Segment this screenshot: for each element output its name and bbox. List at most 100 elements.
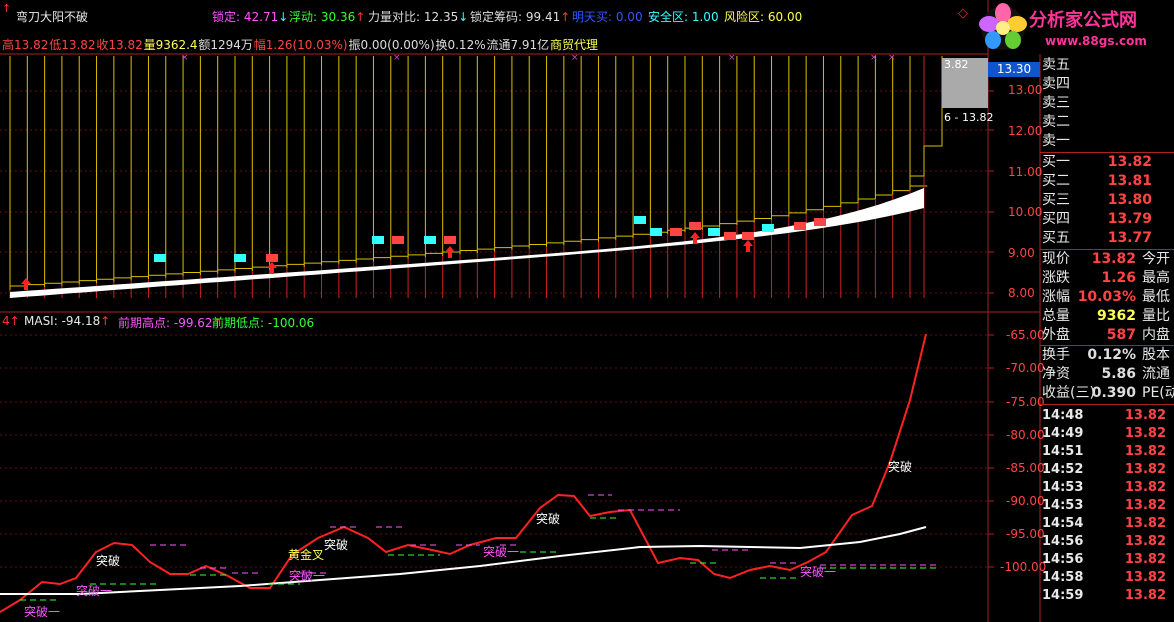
stat-label: 外盘 — [1042, 327, 1070, 343]
bid-label: 买三 — [1042, 192, 1070, 208]
candle — [762, 224, 774, 232]
tick-time: 14:52 — [1042, 462, 1084, 477]
ask-label: 卖五 — [1042, 57, 1070, 73]
indicator-left-marker: 4↑ — [2, 314, 20, 328]
tick-time: 14:53 — [1042, 480, 1084, 495]
bid-row[interactable]: 买五 13.77 — [1040, 229, 1174, 248]
stat-extra: 量比 — [1142, 308, 1170, 324]
bid-row[interactable]: 买三 13.80 — [1040, 191, 1174, 210]
tick-row: 14:48 13.82 — [1040, 406, 1174, 425]
tick-price: 13.82 — [1124, 498, 1166, 513]
stat-row: 收益(三) 0.390 PE(动 — [1040, 384, 1174, 403]
x-mark-icon: × — [870, 53, 878, 63]
header-safe: 安全区: 1.00 — [648, 10, 719, 24]
header-risk: 风险区: 60.00 — [724, 10, 803, 24]
stat-value: 5.86 — [1101, 366, 1136, 382]
tick-price: 13.82 — [1124, 552, 1166, 567]
stat-value: 13.82 — [1091, 251, 1136, 267]
stat-value: 10.03% — [1077, 289, 1136, 305]
indicator-tick: -80.00 — [1006, 428, 1045, 442]
header-float: 浮动: 30.36↑ — [289, 10, 366, 24]
indicator-tick: -95.00 — [1006, 527, 1045, 541]
masi-line — [0, 333, 927, 613]
tick-price: 13.82 — [1124, 462, 1166, 477]
tick-row: 14:51 13.82 — [1040, 442, 1174, 461]
tip-mid: 6 - 13.82 — [944, 111, 994, 124]
quote-panel: 卖五 卖四 卖三 卖二 卖一 买一 13.82 买二 13.81 买三 13.80 买… — [1040, 0, 1174, 622]
annotation-breakout-one: 突破一 — [76, 584, 113, 598]
bid-price: 13.80 — [1107, 192, 1152, 208]
chart-area[interactable]: × × × × × × — [0, 0, 1174, 622]
up-arrow-icon — [267, 262, 277, 274]
up-arrow-icon — [21, 278, 31, 290]
stat-value: 587 — [1106, 327, 1136, 343]
tick-row: 14:52 13.82 — [1040, 460, 1174, 479]
tick-row: 14:56 13.82 — [1040, 550, 1174, 569]
bid-label: 买五 — [1042, 230, 1070, 246]
stat-row: 现价 13.82 今开 — [1040, 250, 1174, 269]
stat-row: 总量 9362 量比 — [1040, 307, 1174, 326]
candle — [392, 236, 404, 244]
tick-time: 14:48 — [1042, 408, 1084, 423]
candle — [266, 254, 278, 262]
tick-price: 13.82 — [1124, 408, 1166, 423]
price-band — [10, 188, 924, 298]
bid-row[interactable]: 买四 13.79 — [1040, 210, 1174, 229]
stat-label: 总量 — [1042, 308, 1070, 324]
yellow-step — [910, 56, 943, 177]
tick-time: 14:49 — [1042, 426, 1084, 441]
tick-price: 13.82 — [1124, 426, 1166, 441]
stat-extra: 最高 — [1142, 270, 1170, 286]
candle — [742, 232, 754, 240]
candle — [234, 254, 246, 262]
tick-row: 14:54 13.82 — [1040, 514, 1174, 533]
price-tick: 8.00 — [1008, 286, 1035, 300]
price-tick: 12.00 — [1008, 124, 1043, 138]
settings-diamond-icon[interactable]: ◇ — [958, 6, 968, 21]
tick-time: 14:56 — [1042, 552, 1084, 567]
ask-row[interactable]: 卖五 — [1040, 56, 1174, 75]
header-lock: 锁定: 42.71↓ — [212, 10, 289, 24]
tick-price: 13.82 — [1124, 534, 1166, 549]
stat-label: 现价 — [1042, 251, 1070, 267]
divider — [1040, 404, 1174, 405]
bid-label: 买一 — [1042, 154, 1070, 170]
header-power: 力量对比: 12.35↓ — [368, 10, 469, 24]
candle — [424, 236, 436, 244]
prev-low-label: 前期低点: -100.06 — [212, 316, 315, 330]
tick-time: 14:54 — [1042, 516, 1084, 531]
candle — [724, 232, 736, 240]
price-tick: 11.00 — [1008, 165, 1043, 179]
x-mark-icon: × — [728, 53, 736, 63]
up-arrow-icon — [743, 240, 753, 252]
annotation-golden-cross: 黄金叉 — [288, 548, 325, 562]
current-price-marker: 13.30 — [988, 62, 1040, 77]
candle — [670, 228, 682, 236]
price-tick: 13.00 — [1008, 83, 1043, 97]
x-mark-icon: × — [393, 53, 401, 63]
annotation-breakout-one: 突破一 — [483, 545, 520, 559]
up-arrow-icon: ↑ — [2, 2, 12, 15]
price-tick: 9.00 — [1008, 246, 1035, 260]
stat-value: 0.390 — [1091, 385, 1136, 401]
bid-row[interactable]: 买一 13.82 — [1040, 153, 1174, 172]
ask-row[interactable]: 卖二 — [1040, 113, 1174, 132]
tick-price: 13.82 — [1124, 588, 1166, 603]
prev-high-label: 前期高点: -99.62↑ — [118, 316, 223, 330]
bid-row[interactable]: 买二 13.81 — [1040, 172, 1174, 191]
stat-extra: 流通 — [1142, 366, 1170, 382]
ask-row[interactable]: 卖三 — [1040, 94, 1174, 113]
candle — [814, 218, 826, 226]
bid-label: 买四 — [1042, 211, 1070, 227]
indicator-header: ↑ 弯刀大阳不破 锁定: 42.71↓ 浮动: 30.36↑ 力量对比: 12.… — [0, 0, 990, 52]
stat-value: 9362 — [1097, 308, 1136, 324]
ask-row[interactable]: 卖一 — [1040, 132, 1174, 151]
indicator-tick: -70.00 — [1006, 361, 1045, 375]
stat-row: 净资 5.86 流通 — [1040, 365, 1174, 384]
stat-row: 换手 0.12% 股本 — [1040, 346, 1174, 365]
stat-row: 外盘 587 内盘 — [1040, 326, 1174, 345]
masi-ma-line — [0, 526, 927, 595]
ask-row[interactable]: 卖四 — [1040, 75, 1174, 94]
x-mark-icon: × — [181, 53, 189, 63]
stat-label: 净资 — [1042, 366, 1070, 382]
